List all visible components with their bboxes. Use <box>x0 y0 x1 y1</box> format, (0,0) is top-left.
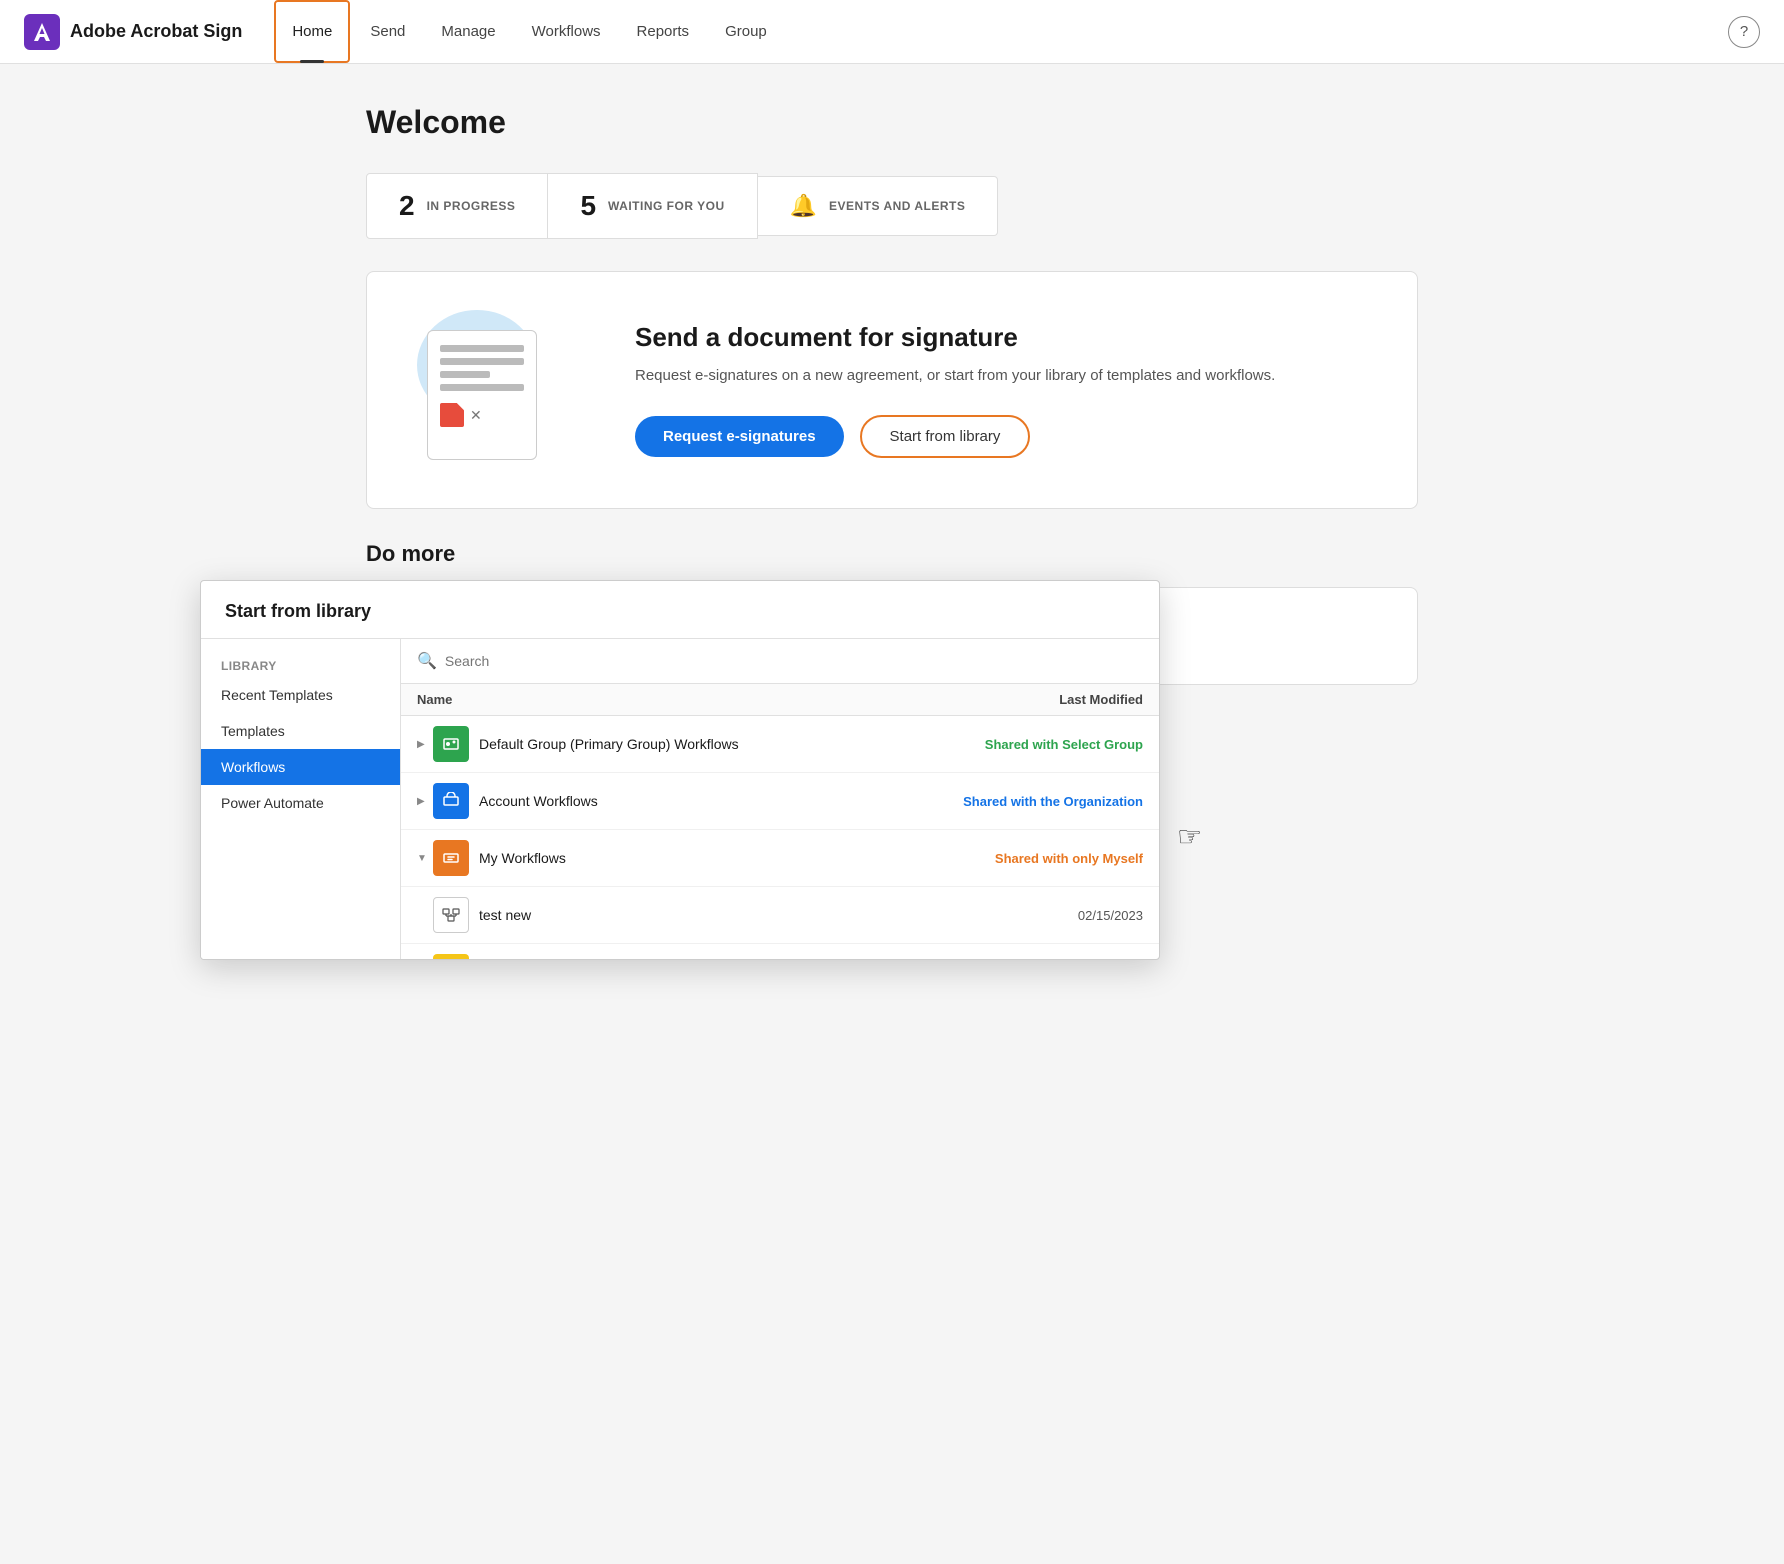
hero-title: Send a document for signature <box>635 322 1377 353</box>
stat-waiting[interactable]: 5 WAITING FOR YOU <box>548 173 757 239</box>
table-row[interactable]: Service Contract Q12025 01/31/2025 <box>401 944 1159 959</box>
library-search-input[interactable] <box>445 653 1143 669</box>
library-sidebar-section: Library <box>201 651 400 677</box>
row-name: Default Group (Primary Group) Workflows <box>479 736 985 752</box>
table-row[interactable]: ▼ My Workflows Shared with only Myself <box>401 830 1159 887</box>
library-sidebar: Library Recent Templates Templates Workf… <box>201 639 401 959</box>
hero-illustration: ✕ <box>407 320 587 460</box>
hero-actions: Request e-signatures Start from library <box>635 415 1377 458</box>
do-more-title: Do more <box>366 541 1418 567</box>
library-search-bar: 🔍 <box>401 639 1159 684</box>
stamp-red-icon <box>440 403 464 427</box>
library-panel-body: Library Recent Templates Templates Workf… <box>201 639 1159 959</box>
doc-paper-icon: ✕ <box>427 330 537 460</box>
row-badge: Shared with Select Group <box>985 737 1143 752</box>
workflow-my-icon <box>433 840 469 876</box>
row-name: My Workflows <box>479 850 995 866</box>
request-esignatures-button[interactable]: Request e-signatures <box>635 416 844 457</box>
brand-name: Adobe Acrobat Sign <box>70 21 242 42</box>
bell-icon: 🔔 <box>790 193 817 219</box>
workflow-item-yellow-icon <box>433 954 469 959</box>
doc-line-1 <box>440 345 524 352</box>
nav-group[interactable]: Group <box>709 0 783 63</box>
sidebar-item-recent[interactable]: Recent Templates <box>201 677 400 713</box>
nav-send[interactable]: Send <box>354 0 421 63</box>
nav-reports[interactable]: Reports <box>621 0 706 63</box>
workflow-group-icon <box>433 726 469 762</box>
waiting-label: WAITING FOR YOU <box>608 199 725 213</box>
col-name: Name <box>417 692 452 707</box>
sidebar-item-workflows[interactable]: Workflows <box>201 749 400 785</box>
sidebar-item-templates[interactable]: Templates <box>201 713 400 749</box>
stamp-x-icon: ✕ <box>470 407 482 424</box>
nav-items: Home Send Manage Workflows Reports Group <box>274 0 782 63</box>
doc-line-3 <box>440 371 490 378</box>
page-title: Welcome <box>366 104 1418 141</box>
table-row[interactable]: ▶ Account Workflows Shared with the Orga… <box>401 773 1159 830</box>
brand: Adobe Acrobat Sign <box>24 14 242 50</box>
sidebar-item-power-automate[interactable]: Power Automate <box>201 785 400 821</box>
in-progress-label: IN PROGRESS <box>427 199 516 213</box>
nav-home[interactable]: Home <box>274 0 350 63</box>
help-button[interactable]: ? <box>1728 16 1760 48</box>
start-from-library-button[interactable]: Start from library <box>860 415 1031 458</box>
hero-card: ✕ Send a document for signature Request … <box>366 271 1418 509</box>
waiting-count: 5 <box>580 190 596 222</box>
workflow-account-icon <box>433 783 469 819</box>
doc-line-2 <box>440 358 524 365</box>
expand-icon: ▶ <box>417 739 433 750</box>
search-icon: 🔍 <box>417 651 437 671</box>
table-row[interactable]: test new 02/15/2023 <box>401 887 1159 944</box>
expand-icon: ▶ <box>417 796 433 807</box>
hero-text: Send a document for signature Request e-… <box>635 322 1377 459</box>
alerts-label: EVENTS AND ALERTS <box>829 199 965 213</box>
navbar-right: ? <box>1728 16 1760 48</box>
table-header: Name Last Modified <box>401 684 1159 716</box>
col-modified: Last Modified <box>1059 692 1143 707</box>
row-name: Account Workflows <box>479 793 963 809</box>
doc-stamp: ✕ <box>440 403 524 427</box>
nav-manage[interactable]: Manage <box>425 0 511 63</box>
library-rows: ▶ Default Group (Primary Group) Workflow… <box>401 716 1159 959</box>
mouse-cursor: ☞ <box>1177 820 1202 853</box>
stat-in-progress[interactable]: 2 IN PROGRESS <box>366 173 548 239</box>
table-row[interactable]: ▶ Default Group (Primary Group) Workflow… <box>401 716 1159 773</box>
expand-icon: ▼ <box>417 853 433 864</box>
in-progress-count: 2 <box>399 190 415 222</box>
row-badge: Shared with only Myself <box>995 851 1143 866</box>
navbar: Adobe Acrobat Sign Home Send Manage Work… <box>0 0 1784 64</box>
doc-line-4 <box>440 384 524 391</box>
hero-description: Request e-signatures on a new agreement,… <box>635 365 1377 388</box>
nav-workflows[interactable]: Workflows <box>516 0 617 63</box>
row-badge: Shared with the Organization <box>963 794 1143 809</box>
row-date: 02/15/2023 <box>1078 908 1143 923</box>
library-main: 🔍 Name Last Modified ▶ <box>401 639 1159 959</box>
stats-bar: 2 IN PROGRESS 5 WAITING FOR YOU 🔔 EVENTS… <box>366 173 1418 239</box>
row-name: test new <box>479 907 1078 923</box>
workflow-item-icon <box>433 897 469 933</box>
library-panel-title: Start from library <box>201 581 1159 639</box>
adobe-logo-icon <box>24 14 60 50</box>
stat-alerts[interactable]: 🔔 EVENTS AND ALERTS <box>758 176 999 236</box>
library-dropdown-panel: Start from library Library Recent Templa… <box>200 580 1160 960</box>
